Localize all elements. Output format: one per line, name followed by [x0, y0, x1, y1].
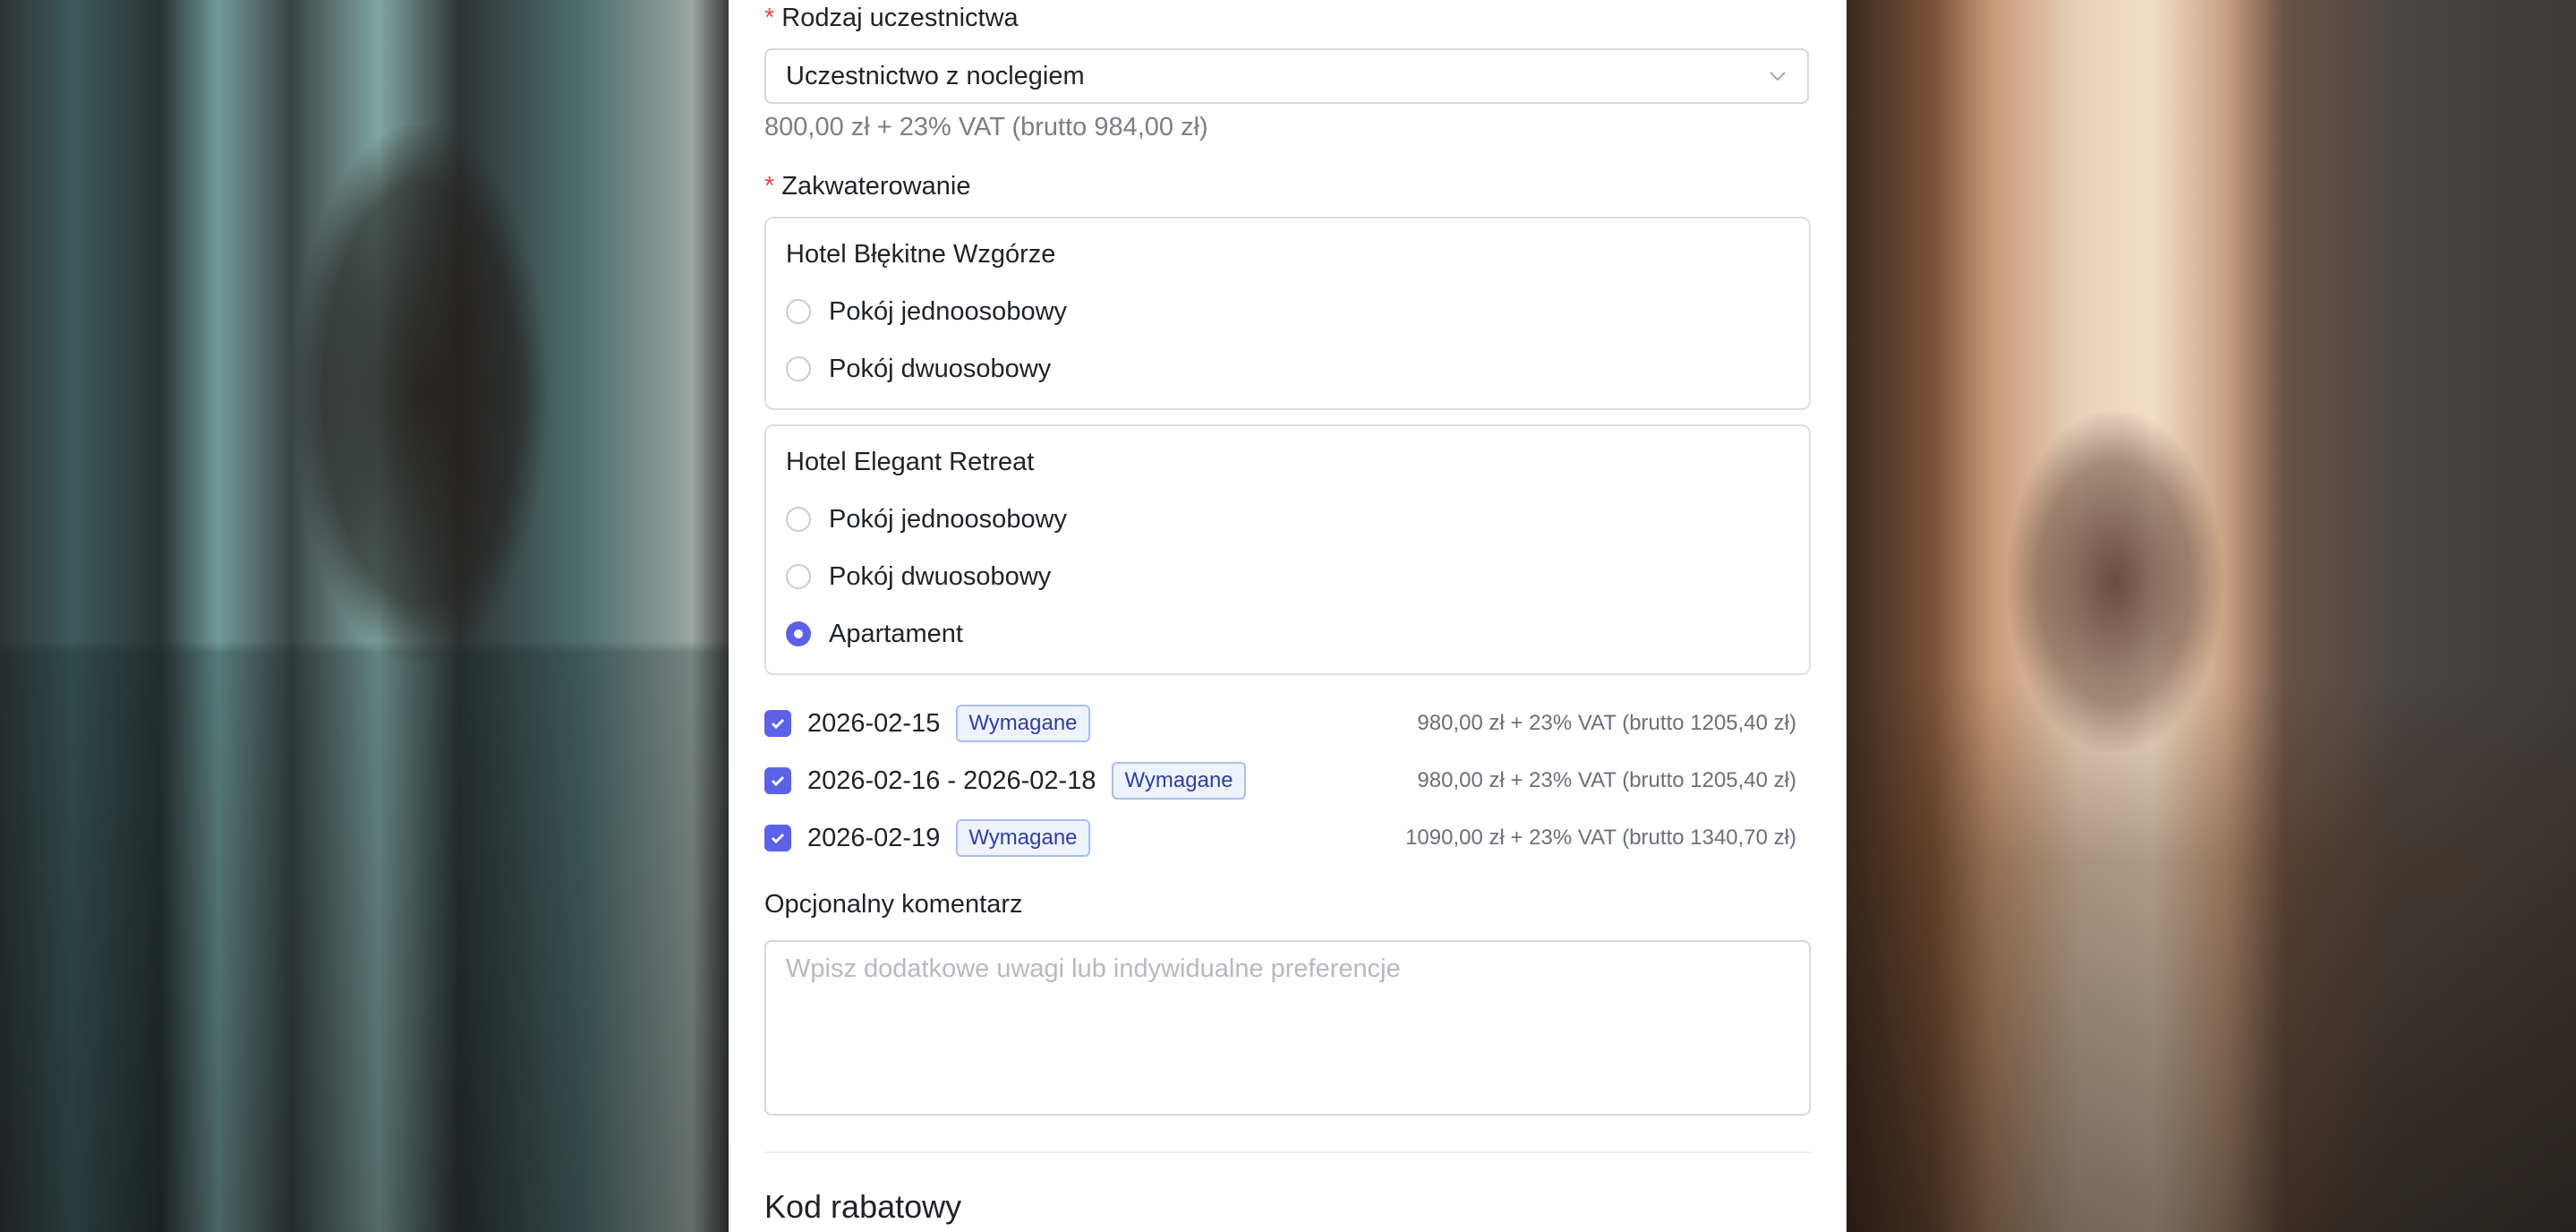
day-row: 2026-02-19 Wymagane 1090,00 zł + 23% VAT… — [764, 818, 1811, 858]
checkbox-checked[interactable] — [764, 767, 791, 794]
day-price: 1090,00 zł + 23% VAT (brutto 1340,70 zł) — [1405, 826, 1796, 850]
checkmark-icon — [771, 775, 785, 787]
required-badge: Wymagane — [956, 705, 1090, 742]
room-option-label: Pokój jednoosobowy — [829, 296, 1068, 326]
day-row: 2026-02-15 Wymagane 980,00 zł + 23% VAT … — [764, 704, 1811, 743]
chevron-down-icon — [1770, 72, 1786, 81]
comment-label: Opcjonalny komentarz — [764, 890, 1023, 919]
checkbox-checked[interactable] — [764, 825, 791, 851]
radio-button[interactable] — [786, 299, 811, 324]
background-photo-right — [1847, 0, 2576, 1232]
required-badge: Wymagane — [956, 819, 1090, 857]
room-option-single[interactable]: Pokój jednoosobowy — [786, 294, 1067, 329]
required-mark: * — [764, 172, 775, 201]
radio-button[interactable] — [786, 507, 811, 532]
radio-button-selected[interactable] — [786, 621, 811, 646]
comment-textarea[interactable]: Wpisz dodatkowe uwagi lub indywidualne p… — [764, 940, 1811, 1116]
room-option-label: Pokój jednoosobowy — [829, 504, 1068, 534]
checkbox-checked[interactable] — [764, 710, 791, 737]
participation-select-value: Uczestnictwo z noclegiem — [786, 61, 1085, 90]
room-option-label: Pokój dwuosobowy — [829, 354, 1052, 383]
checkmark-icon — [771, 833, 785, 844]
hotel-name: Hotel Elegant Retreat — [786, 448, 1035, 476]
room-option-apartment[interactable]: Apartament — [786, 616, 963, 652]
required-mark: * — [764, 4, 775, 32]
divider — [764, 1151, 1811, 1153]
room-option-single[interactable]: Pokój jednoosobowy — [786, 501, 1067, 537]
room-option-label: Apartament — [829, 619, 963, 648]
day-date: 2026-02-15 — [807, 708, 941, 738]
accommodation-label: * Zakwaterowanie — [764, 172, 971, 201]
day-date: 2026-02-16 - 2026-02-18 — [807, 766, 1096, 795]
participation-label: * Rodzaj uczestnictwa — [764, 4, 1019, 32]
radio-button[interactable] — [786, 564, 811, 589]
day-price: 980,00 zł + 23% VAT (brutto 1205,40 zł) — [1417, 768, 1796, 792]
day-row: 2026-02-16 - 2026-02-18 Wymagane 980,00 … — [764, 761, 1811, 800]
room-option-label: Pokój dwuosobowy — [829, 561, 1052, 591]
hotel-group-blekitne: Hotel Błękitne Wzgórze Pokój jednoosobow… — [764, 217, 1811, 410]
room-option-double[interactable]: Pokój dwuosobowy — [786, 351, 1051, 387]
day-price: 980,00 zł + 23% VAT (brutto 1205,40 zł) — [1417, 711, 1796, 735]
hotel-group-elegant: Hotel Elegant Retreat Pokój jednoosobowy… — [764, 424, 1811, 675]
radio-button[interactable] — [786, 356, 811, 381]
form-panel: * Rodzaj uczestnictwa Uczestnictwo z nocl… — [729, 0, 1847, 1232]
background-photo-left — [0, 0, 729, 1232]
participation-price: 800,00 zł + 23% VAT (brutto 984,00 zł) — [764, 113, 1208, 141]
room-option-double[interactable]: Pokój dwuosobowy — [786, 559, 1051, 595]
comment-placeholder: Wpisz dodatkowe uwagi lub indywidualne p… — [786, 954, 1401, 983]
required-badge: Wymagane — [1112, 762, 1246, 800]
hotel-name: Hotel Błękitne Wzgórze — [786, 240, 1056, 269]
discount-code-title: Kod rabatowy — [764, 1188, 962, 1225]
checkmark-icon — [771, 718, 785, 730]
day-date: 2026-02-19 — [807, 823, 941, 852]
participation-select[interactable]: Uczestnictwo z noclegiem — [764, 48, 1809, 104]
